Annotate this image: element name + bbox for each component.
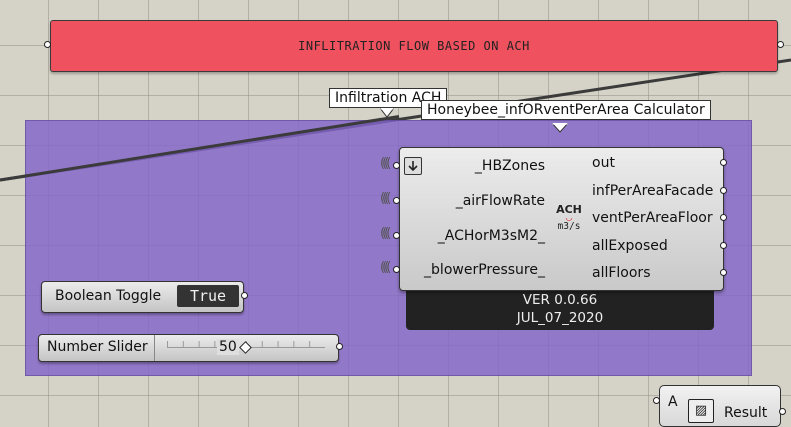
component-tooltip-pointer: [552, 123, 568, 133]
input-grip-airflowrate[interactable]: [393, 197, 400, 204]
result-panel[interactable]: A ▨ Result: [659, 385, 781, 427]
slider-output-grip[interactable]: [336, 343, 343, 350]
output-allexposed[interactable]: allExposed: [592, 238, 668, 254]
input-grip-achorm3sm2[interactable]: [393, 232, 400, 239]
output-grip-allfloors[interactable]: [720, 269, 727, 276]
result-output-grip[interactable]: [779, 408, 786, 415]
boolean-toggle[interactable]: Boolean Toggle True: [41, 281, 244, 313]
boolean-toggle-value[interactable]: True: [177, 285, 239, 307]
boolean-toggle-label: Boolean Toggle: [55, 288, 162, 304]
input-blowerpressure[interactable]: _blowerPressure_: [405, 262, 545, 278]
output-ventperareafloor[interactable]: ventPerAreaFloor: [592, 210, 713, 226]
input-wave-2: ((((: [380, 191, 391, 206]
input-grip-hbzones[interactable]: [393, 162, 400, 169]
output-grip-infperareafacade[interactable]: [720, 187, 727, 194]
icon-m3s-text: m3/s: [557, 221, 581, 232]
result-prefix: A: [668, 394, 678, 410]
version-box: VER 0.0.66 JUL_07_2020: [406, 288, 714, 330]
output-grip-allexposed[interactable]: [720, 242, 727, 249]
slider-divider: [154, 335, 155, 361]
output-infperareafacade[interactable]: infPerAreaFacade: [592, 183, 713, 199]
output-out[interactable]: out: [592, 155, 615, 171]
input-wave-3: ((((: [380, 226, 391, 241]
component-icon: ACH ◡ m3/s: [552, 204, 586, 232]
input-wave-4: ((((: [380, 260, 391, 275]
number-slider-label: Number Slider: [47, 339, 148, 355]
component-tooltip-text: Honeybee_infORventPerArea Calculator: [427, 102, 705, 118]
input-grip-blowerpressure[interactable]: [393, 266, 400, 273]
input-airflowrate[interactable]: _airFlowRate: [405, 193, 545, 209]
input-hbzones[interactable]: _HBZones: [405, 158, 545, 174]
number-slider[interactable]: Number Slider 50: [38, 334, 339, 362]
result-input-grip[interactable]: [653, 397, 660, 404]
output-grip-out[interactable]: [720, 159, 727, 166]
infORventPerArea-component[interactable]: _HBZones _airFlowRate _ACHorM3sM2_ _blow…: [399, 147, 724, 291]
output-grip-ventperareafloor[interactable]: [720, 214, 727, 221]
version-text: VER 0.0.66: [522, 292, 598, 308]
input-achorm3sm2[interactable]: _ACHorM3sM2_: [405, 228, 545, 244]
version-date: JUL_07_2020: [516, 310, 604, 326]
toggle-output-grip[interactable]: [241, 292, 248, 299]
component-tooltip: Honeybee_infORventPerArea Calculator: [421, 100, 711, 120]
output-allfloors[interactable]: allFloors: [592, 265, 650, 281]
slider-value: 50: [217, 339, 239, 355]
input-wave-1: ((((: [380, 156, 391, 171]
panel-icon: ▨: [688, 399, 714, 423]
